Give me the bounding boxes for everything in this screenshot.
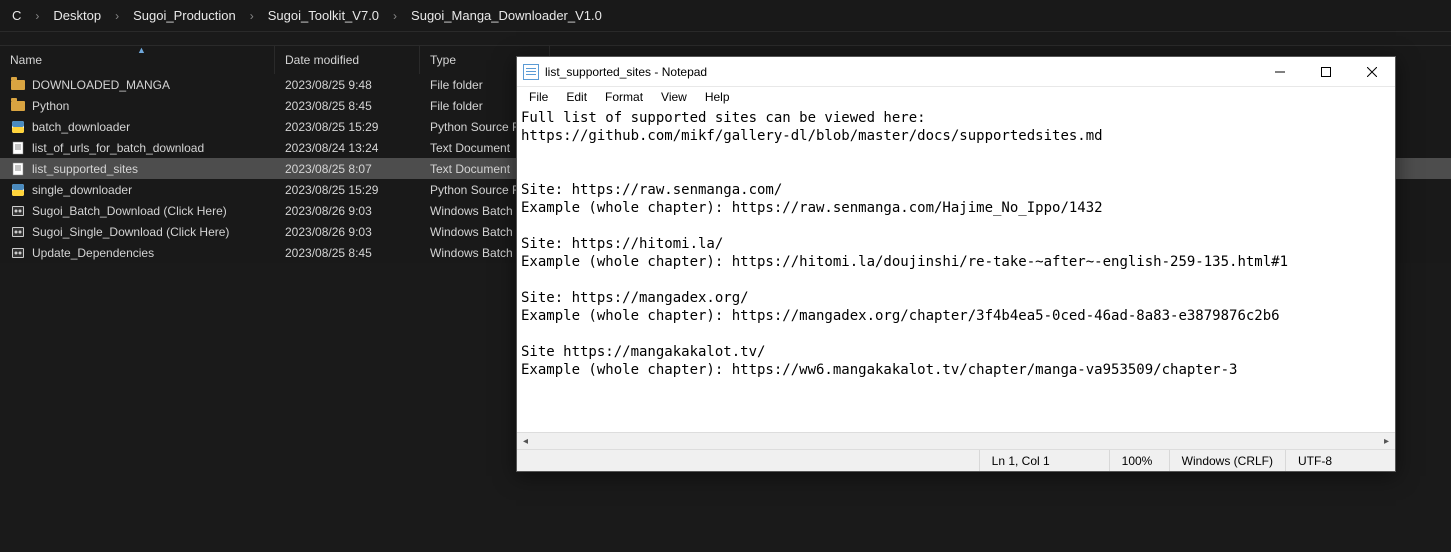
file-date: 2023/08/25 8:45 <box>275 99 420 113</box>
horizontal-scrollbar[interactable]: ◂ ▸ <box>517 432 1395 449</box>
status-encoding: UTF-8 <box>1285 450 1395 471</box>
file-name: Update_Dependencies <box>32 246 154 260</box>
notepad-titlebar[interactable]: list_supported_sites - Notepad <box>517 57 1395 87</box>
breadcrumb-item[interactable]: Desktop <box>49 8 105 23</box>
file-date: 2023/08/25 9:48 <box>275 78 420 92</box>
file-name: list_of_urls_for_batch_download <box>32 141 204 155</box>
file-name: Python <box>32 99 69 113</box>
menu-edit[interactable]: Edit <box>558 89 595 105</box>
breadcrumb-item[interactable]: C <box>8 8 25 23</box>
file-date: 2023/08/25 8:07 <box>275 162 420 176</box>
text-file-icon <box>10 140 26 156</box>
menu-file[interactable]: File <box>521 89 556 105</box>
chevron-right-icon: › <box>25 9 49 23</box>
file-name: single_downloader <box>32 183 132 197</box>
breadcrumb[interactable]: C › Desktop › Sugoi_Production › Sugoi_T… <box>0 0 1451 32</box>
maximize-button[interactable] <box>1303 57 1349 87</box>
menu-format[interactable]: Format <box>597 89 651 105</box>
breadcrumb-item[interactable]: Sugoi_Manga_Downloader_V1.0 <box>407 8 606 23</box>
scroll-right-icon[interactable]: ▸ <box>1378 433 1395 450</box>
sort-ascending-icon: ▲ <box>137 45 146 55</box>
chevron-right-icon: › <box>240 9 264 23</box>
batch-file-icon <box>10 224 26 240</box>
menu-view[interactable]: View <box>653 89 695 105</box>
file-date: 2023/08/24 13:24 <box>275 141 420 155</box>
status-cursor-position: Ln 1, Col 1 <box>979 450 1109 471</box>
batch-file-icon <box>10 245 26 261</box>
notepad-menubar[interactable]: File Edit Format View Help <box>517 87 1395 107</box>
file-date: 2023/08/25 15:29 <box>275 120 420 134</box>
file-name: Sugoi_Batch_Download (Click Here) <box>32 204 227 218</box>
notepad-text-area[interactable]: Full list of supported sites can be view… <box>517 107 1395 432</box>
status-line-ending: Windows (CRLF) <box>1169 450 1285 471</box>
folder-icon <box>10 98 26 114</box>
python-file-icon <box>10 182 26 198</box>
scroll-left-icon[interactable]: ◂ <box>517 433 534 450</box>
file-name: DOWNLOADED_MANGA <box>32 78 170 92</box>
file-date: 2023/08/25 8:45 <box>275 246 420 260</box>
tab-strip <box>0 32 1451 46</box>
file-date: 2023/08/26 9:03 <box>275 204 420 218</box>
file-date: 2023/08/26 9:03 <box>275 225 420 239</box>
notepad-window[interactable]: list_supported_sites - Notepad File Edit… <box>516 56 1396 472</box>
status-zoom: 100% <box>1109 450 1169 471</box>
notepad-statusbar: Ln 1, Col 1 100% Windows (CRLF) UTF-8 <box>517 449 1395 471</box>
file-name: list_supported_sites <box>32 162 138 176</box>
chevron-right-icon: › <box>383 9 407 23</box>
python-file-icon <box>10 119 26 135</box>
folder-icon <box>10 77 26 93</box>
menu-help[interactable]: Help <box>697 89 738 105</box>
notepad-title: list_supported_sites - Notepad <box>545 65 707 79</box>
file-date: 2023/08/25 15:29 <box>275 183 420 197</box>
file-name: batch_downloader <box>32 120 130 134</box>
breadcrumb-item[interactable]: Sugoi_Production <box>129 8 240 23</box>
chevron-right-icon: › <box>105 9 129 23</box>
notepad-icon <box>523 64 539 80</box>
breadcrumb-item[interactable]: Sugoi_Toolkit_V7.0 <box>264 8 383 23</box>
minimize-button[interactable] <box>1257 57 1303 87</box>
batch-file-icon <box>10 203 26 219</box>
close-button[interactable] <box>1349 57 1395 87</box>
file-name: Sugoi_Single_Download (Click Here) <box>32 225 229 239</box>
column-header-date[interactable]: Date modified <box>275 46 420 74</box>
text-file-icon <box>10 161 26 177</box>
